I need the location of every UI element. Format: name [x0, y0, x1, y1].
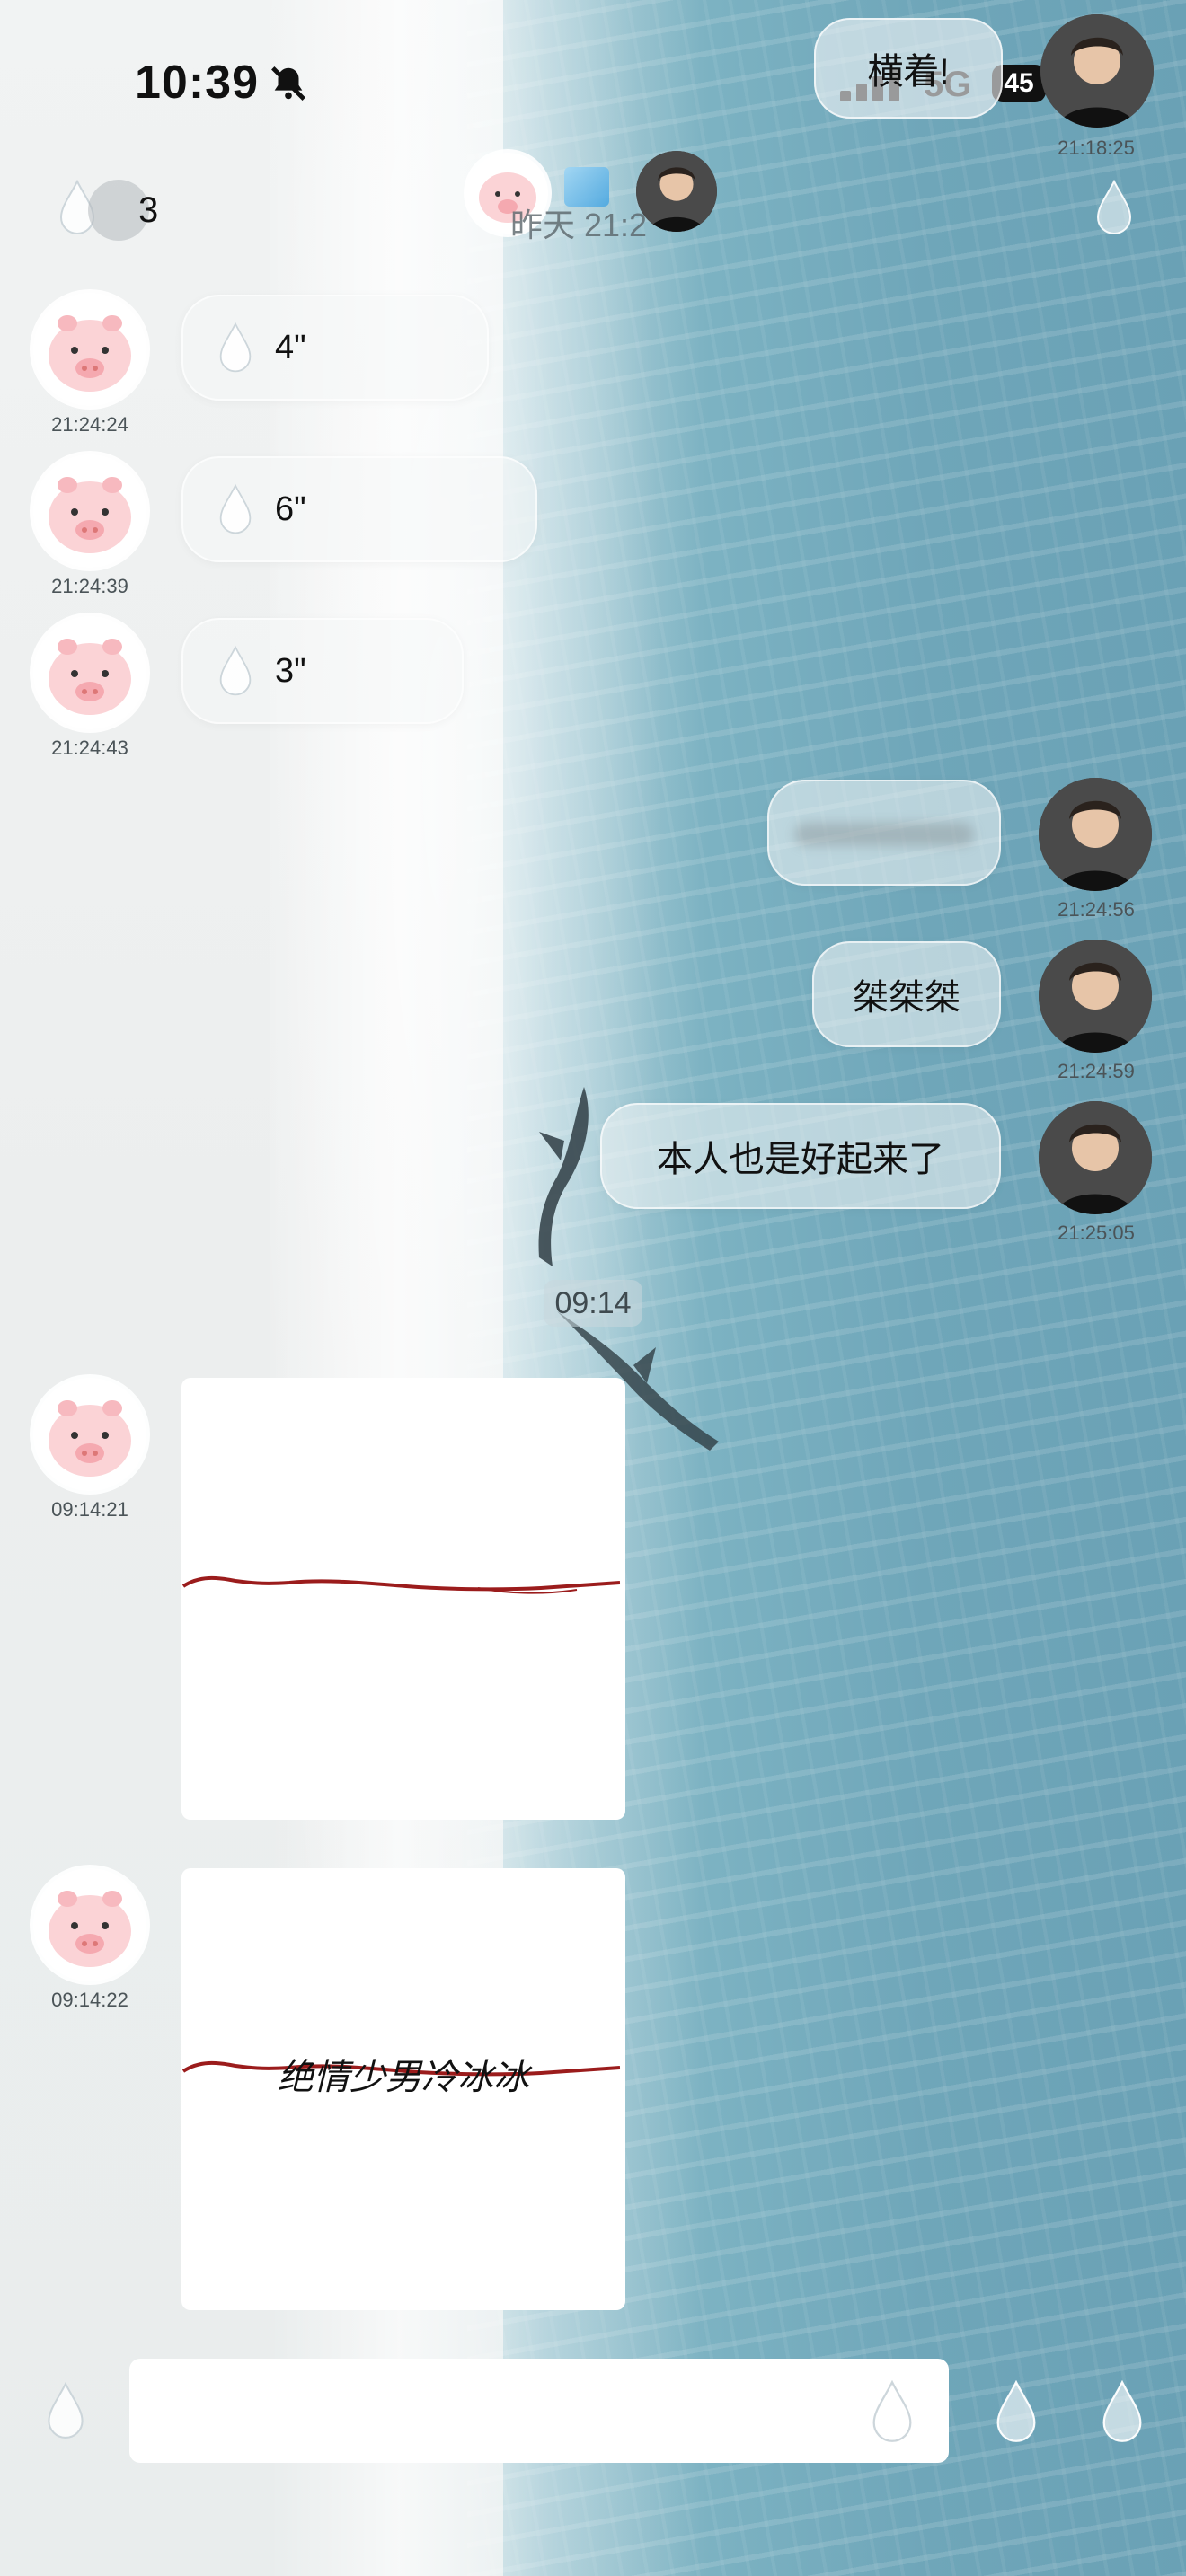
drop-icon-top-right[interactable]	[1094, 179, 1134, 240]
notice-text: 昨天 21:2	[510, 207, 648, 243]
timestamp: 21:24:43	[51, 737, 128, 759]
avatar-self[interactable]	[1040, 14, 1154, 128]
image-message[interactable]	[181, 1378, 625, 1820]
voice-duration: 3"	[275, 651, 306, 690]
text-message[interactable]: 本人也是好起来了	[600, 1103, 1001, 1209]
avatar-contact[interactable]	[33, 616, 146, 729]
avatar-contact[interactable]	[33, 1378, 146, 1491]
voice-message[interactable]: 6"	[181, 456, 537, 562]
sticker-drop-button[interactable]	[994, 2379, 1039, 2448]
voice-message[interactable]: 3"	[181, 618, 464, 724]
contact-name: 横着!	[867, 52, 950, 92]
mute-bell-icon	[268, 63, 309, 109]
more-drop-button[interactable]	[1100, 2379, 1145, 2448]
message-text: 本人也是好起来了	[657, 1140, 944, 1179]
message-text: 桀桀桀	[853, 978, 960, 1018]
avatar-contact[interactable]	[33, 454, 146, 568]
avatar-self[interactable]	[1039, 940, 1152, 1053]
voice-duration: 6"	[275, 490, 306, 528]
timestamp: 21:24:56	[1058, 898, 1135, 921]
time-divider: 09:14	[544, 1280, 642, 1327]
timestamp: 21:18:25	[1058, 137, 1135, 159]
timestamp: 09:14:21	[51, 1498, 128, 1521]
avatar-contact[interactable]	[33, 293, 146, 406]
voice-drop-button[interactable]	[45, 2381, 86, 2444]
voice-duration: 4"	[275, 328, 306, 366]
timestamp: 09:14:22	[51, 1989, 128, 2011]
avatar-self[interactable]	[1039, 778, 1152, 891]
text-message-redacted[interactable]	[767, 780, 1001, 886]
voice-drop-icon	[219, 483, 252, 534]
timestamp: 21:24:59	[1058, 1060, 1135, 1082]
unread-count: 3	[138, 190, 159, 230]
image-message[interactable]: 绝情少男冷冰冰	[181, 1868, 625, 2310]
timestamp: 21:24:24	[51, 413, 128, 436]
avatar-self-small	[636, 151, 717, 232]
contact-name-tag[interactable]: 横着!	[814, 18, 1003, 119]
avatar-contact[interactable]	[33, 1868, 146, 1981]
emoji-drop-icon[interactable]	[870, 2379, 915, 2448]
timestamp: 21:25:05	[1058, 1222, 1135, 1244]
voice-message[interactable]: 4"	[181, 295, 489, 401]
image-caption: 绝情少男冷冰冰	[278, 2057, 529, 2098]
red-brush-stroke	[181, 1575, 621, 1594]
blur-mask	[794, 823, 974, 846]
timestamp: 21:24:39	[51, 575, 128, 597]
voice-drop-icon	[219, 645, 252, 696]
status-time: 10:39	[135, 57, 259, 109]
avatar-self[interactable]	[1039, 1101, 1152, 1214]
message-input[interactable]	[129, 2359, 949, 2463]
voice-drop-icon	[219, 322, 252, 373]
group-notice[interactable]: 昨天 21:2	[465, 144, 726, 243]
text-message[interactable]: 桀桀桀	[812, 941, 1001, 1047]
